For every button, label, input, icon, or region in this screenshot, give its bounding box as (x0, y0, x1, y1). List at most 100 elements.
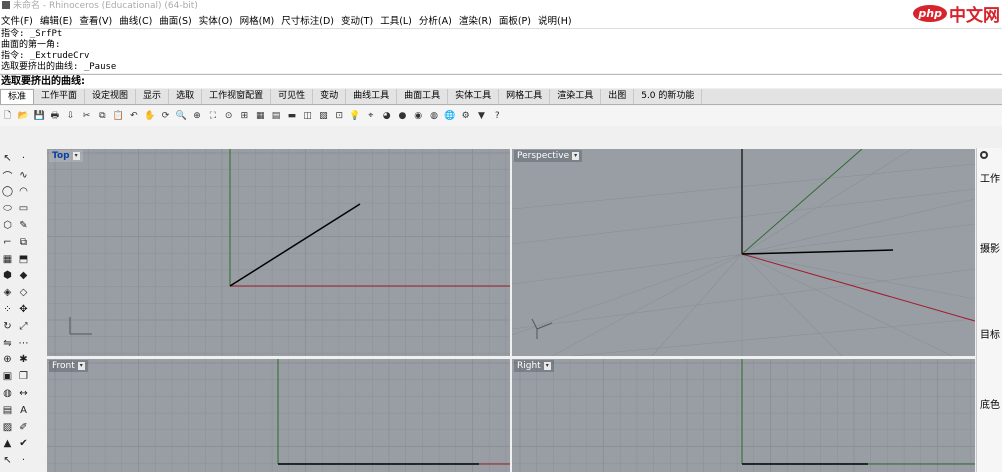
rotate-view-icon[interactable]: ⟳ (159, 110, 172, 123)
menu-curve[interactable]: 曲线(C) (119, 13, 152, 27)
zoom-selected-icon[interactable]: ⊙ (222, 110, 235, 123)
rotate-icon[interactable]: ⇋ (1, 337, 14, 350)
move-icon[interactable]: ⤢ (17, 320, 30, 333)
viewport-title-right[interactable]: Right ▾ (514, 360, 554, 372)
viewport-front[interactable]: Front ▾ (47, 359, 510, 472)
menu-mesh[interactable]: 网格(M) (240, 13, 275, 27)
ellipse-icon[interactable]: ⬭ (1, 202, 14, 215)
menu-transform[interactable]: 变动(T) (341, 13, 373, 27)
menu-view[interactable]: 查看(V) (79, 13, 112, 27)
menu-dimension[interactable]: 尺寸标注(D) (281, 13, 334, 27)
menu-file[interactable]: 文件(F) (1, 13, 33, 27)
extrude-icon[interactable]: ⬒ (17, 253, 30, 266)
text-icon[interactable]: ✐ (17, 421, 30, 434)
pan-hand-icon[interactable]: ✋ (143, 110, 156, 123)
render-sphere-icon[interactable]: ● (396, 110, 409, 123)
menu-surface[interactable]: 曲面(S) (159, 13, 191, 27)
zoom-dynamic-icon[interactable]: 🔍 (175, 110, 188, 123)
viewport-menu-arrow-icon[interactable]: ▾ (72, 152, 80, 160)
viewport-menu-arrow-icon[interactable]: ▾ (77, 362, 85, 370)
paste-icon[interactable]: 📋 (112, 110, 125, 123)
block-icon[interactable]: ↔ (17, 387, 30, 400)
check-icon[interactable]: · (17, 454, 30, 467)
viewport-right[interactable]: Right ▾ (512, 359, 975, 472)
drawn-line-curve[interactable] (741, 249, 894, 255)
menu-render[interactable]: 渲染(R) (459, 13, 492, 27)
mesh-icon[interactable]: ⁘ (1, 303, 14, 316)
cplane-icon[interactable]: ⊡ (333, 110, 346, 123)
cut-icon[interactable]: ✂ (80, 110, 93, 123)
hatch-icon[interactable]: ▲ (1, 437, 14, 450)
light-icon[interactable]: 💡 (349, 110, 362, 123)
menu-edit[interactable]: 编辑(E) (40, 13, 72, 27)
tab-select[interactable]: 选取 (169, 89, 203, 104)
undo-icon[interactable]: ↶ (127, 110, 140, 123)
join-icon[interactable]: ▣ (1, 370, 14, 383)
tab-drafting[interactable]: 出图 (601, 89, 635, 104)
mesh-edit-icon[interactable]: ✥ (17, 303, 30, 316)
tab-display[interactable]: 显示 (136, 89, 170, 104)
point-icon[interactable]: · (17, 152, 30, 165)
dimension-icon[interactable]: A (17, 404, 30, 417)
zoom-all-icon[interactable]: ⊞ (238, 110, 251, 123)
drawn-line-curve[interactable] (229, 203, 361, 287)
box-icon[interactable]: ⬢ (1, 269, 14, 282)
viewport-menu-arrow-icon[interactable]: ▾ (572, 152, 580, 160)
group-icon[interactable]: ◍ (1, 387, 14, 400)
tab-mesh-tools[interactable]: 网格工具 (499, 89, 551, 104)
tab-cplanes[interactable]: 工作平面 (34, 89, 86, 104)
menu-panels[interactable]: 面板(P) (499, 13, 531, 27)
arc-icon[interactable]: ◠ (17, 185, 30, 198)
rectangle-icon[interactable]: ▭ (17, 202, 30, 215)
table-icon[interactable]: ▨ (1, 421, 14, 434)
array-icon[interactable]: ✱ (17, 353, 30, 366)
explode-icon[interactable]: ❐ (17, 370, 30, 383)
viewport-title-top[interactable]: Top ▾ (49, 150, 83, 162)
import-icon[interactable]: ⇩ (64, 110, 77, 123)
menu-tools[interactable]: 工具(L) (380, 13, 412, 27)
four-views-icon[interactable]: ▦ (254, 110, 267, 123)
command-prompt[interactable]: 选取要挤出的曲线: (0, 74, 1002, 88)
zoom-extents-icon[interactable]: ⛶ (206, 110, 219, 123)
viewport-top[interactable]: Top ▾ (47, 149, 510, 356)
new-file-icon[interactable]: 🗋 (1, 110, 14, 123)
menu-solid[interactable]: 实体(O) (199, 13, 233, 27)
tab-transform[interactable]: 变动 (313, 89, 347, 104)
layer-icon[interactable]: ◫ (301, 110, 314, 123)
copy-icon[interactable]: ⧉ (96, 110, 109, 123)
circle-icon[interactable]: ◯ (1, 185, 14, 198)
tab-surface-tools[interactable]: 曲面工具 (397, 89, 449, 104)
properties-icon[interactable]: ▧ (317, 110, 330, 123)
select-arrow-icon[interactable]: ↖ (1, 152, 14, 165)
help-icon[interactable]: ? (491, 110, 504, 123)
annotation-icon[interactable]: ✔ (17, 437, 30, 450)
menu-help[interactable]: 说明(H) (538, 13, 572, 27)
point-cloud-icon[interactable]: ↻ (1, 320, 14, 333)
cone-icon[interactable]: ↖ (1, 454, 14, 467)
viewport-perspective[interactable]: Perspective ▾ (512, 149, 975, 356)
tools-red-icon[interactable]: ▬ (285, 110, 298, 123)
save-icon[interactable]: 💾 (33, 110, 46, 123)
tab-standard[interactable]: 标准 (0, 89, 35, 104)
scale-icon[interactable]: ⋯ (17, 337, 30, 350)
viewport-title-front[interactable]: Front ▾ (49, 360, 88, 372)
tab-visibility[interactable]: 可见性 (271, 89, 314, 104)
polyline-icon[interactable]: ⌒ (1, 169, 14, 183)
options-icon[interactable]: ⚙ (459, 110, 472, 123)
tab-curve-tools[interactable]: 曲线工具 (346, 89, 398, 104)
boolean-union-icon[interactable]: ◈ (1, 286, 14, 299)
tab-viewport-layout[interactable]: 工作视窗配置 (202, 89, 272, 104)
fillet-curve-icon[interactable]: ⌐ (1, 236, 14, 249)
render-icon[interactable]: ◕ (380, 110, 393, 123)
mirror-icon[interactable]: ⊕ (1, 353, 14, 366)
material-sphere-icon[interactable]: ◉ (412, 110, 425, 123)
filter-icon[interactable]: ▼ (475, 110, 488, 123)
print-icon[interactable]: 🖶 (48, 110, 61, 123)
tab-render-tools[interactable]: 渲染工具 (550, 89, 602, 104)
boolean-icon[interactable]: ◇ (17, 286, 30, 299)
tab-set-view[interactable]: 设定视图 (85, 89, 137, 104)
menu-analyze[interactable]: 分析(A) (419, 13, 452, 27)
layout-grid-icon[interactable]: ▤ (270, 110, 283, 123)
panel-tab-icon[interactable] (980, 151, 988, 159)
viewport-title-perspective[interactable]: Perspective ▾ (514, 150, 583, 162)
